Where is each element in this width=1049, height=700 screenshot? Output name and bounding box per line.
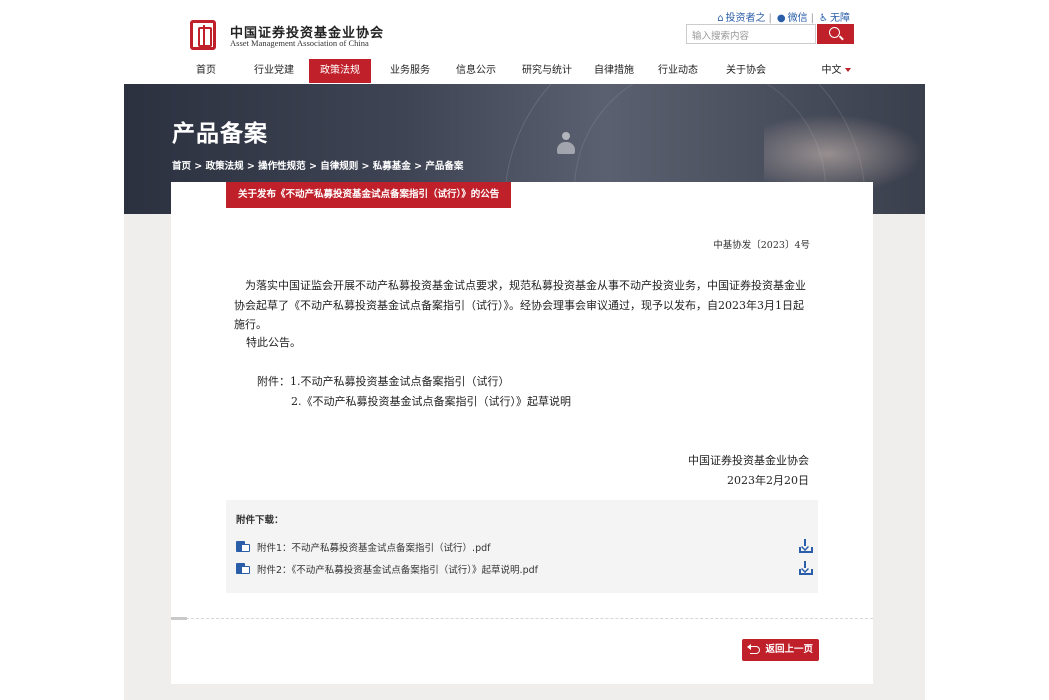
download-link[interactable]: 附件1：不动产私募投资基金试点备案指引（试行）.pdf bbox=[257, 540, 490, 554]
return-icon bbox=[747, 643, 761, 654]
download-title: 附件下载： bbox=[236, 515, 284, 526]
search-button[interactable] bbox=[817, 24, 854, 44]
download-row[interactable]: 附件1：不动产私募投资基金试点备案指引（试行）.pdf bbox=[236, 539, 813, 555]
search-input[interactable]: 输入搜索内容 bbox=[686, 24, 816, 44]
download-row[interactable]: 附件2：《不动产私募投资基金试点备案指引（试行）》起草说明.pdf bbox=[236, 561, 813, 577]
nav-item-disclosure[interactable]: 信息公示 bbox=[450, 59, 502, 83]
download-link[interactable]: 附件2：《不动产私募投资基金试点备案指引（试行）》起草说明.pdf bbox=[257, 562, 538, 576]
article-title: 关于发布《不动产私募投资基金试点备案指引（试行）》的公告 bbox=[226, 182, 512, 208]
breadcrumb[interactable]: 首页 > 政策法规 > 操作性规范 > 自律规则 > 私募基金 > 产品备案 bbox=[172, 158, 463, 172]
accessibility-icon: ♿ bbox=[819, 13, 828, 24]
nav-item-research[interactable]: 研究与统计 bbox=[516, 59, 578, 83]
language-select[interactable]: 中文 bbox=[816, 59, 856, 83]
file-icon bbox=[236, 541, 250, 552]
chevron-down-icon bbox=[844, 68, 851, 72]
nav-item-news[interactable]: 行业动态 bbox=[652, 59, 704, 83]
back-button[interactable]: 返回上一页 bbox=[742, 639, 819, 661]
investor-link[interactable]: 投资者之 bbox=[726, 13, 766, 24]
article-closing: 特此公告。 bbox=[246, 336, 301, 349]
home-icon: ⌂ bbox=[717, 13, 724, 24]
divider-accent bbox=[171, 617, 187, 620]
org-name-en: Asset Management Association of China bbox=[230, 38, 369, 48]
language-label: 中文 bbox=[821, 65, 842, 76]
signature-date: 2023年2月20日 bbox=[727, 474, 809, 487]
download-icon[interactable] bbox=[799, 561, 813, 575]
attachment-line-2: 2.《不动产私募投资基金试点备案指引（试行）》起草说明 bbox=[291, 395, 571, 408]
attachment-line-1: 附件：1.不动产私募投资基金试点备案指引（试行） bbox=[257, 375, 510, 388]
main-nav: 首页 行业党建 政策法规 业务服务 信息公示 研究与统计 自律措施 行业动态 关… bbox=[124, 59, 925, 83]
file-icon bbox=[236, 563, 250, 574]
nav-item-home[interactable]: 首页 bbox=[188, 59, 224, 83]
nav-item-self-discipline[interactable]: 自律措施 bbox=[588, 59, 640, 83]
nav-item-party-building[interactable]: 行业党建 bbox=[248, 59, 300, 83]
signature-org: 中国证券投资基金业协会 bbox=[688, 454, 809, 467]
divider bbox=[171, 618, 873, 619]
doc-number: 中基协发〔2023〕4号 bbox=[713, 240, 810, 251]
back-button-label: 返回上一页 bbox=[765, 644, 813, 655]
download-icon[interactable] bbox=[799, 539, 813, 553]
wechat-link[interactable]: 微信 bbox=[788, 13, 808, 24]
nav-item-about[interactable]: 关于协会 bbox=[720, 59, 772, 83]
article-paragraph: 为落实中国证监会开展不动产私募投资基金试点要求，规范私募投资基金从事不动产投资业… bbox=[234, 279, 806, 331]
accessibility-link[interactable]: 无障 bbox=[830, 13, 850, 24]
nav-item-policy[interactable]: 政策法规 bbox=[309, 59, 371, 83]
logo-icon[interactable] bbox=[190, 20, 216, 50]
attachment-download-panel: 附件下载： 附件1：不动产私募投资基金试点备案指引（试行）.pdf 附件2：《不… bbox=[226, 500, 818, 593]
nav-item-services[interactable]: 业务服务 bbox=[384, 59, 436, 83]
top-links: ⌂ 投资者之 | ● 微信 | ♿ 无障 bbox=[717, 13, 850, 24]
person-icon bbox=[556, 132, 576, 156]
page-title: 产品备案 bbox=[172, 121, 268, 147]
article-card: 关于发布《不动产私募投资基金试点备案指引（试行）》的公告 中基协发〔2023〕4… bbox=[171, 182, 873, 684]
wechat-icon: ● bbox=[776, 13, 786, 24]
